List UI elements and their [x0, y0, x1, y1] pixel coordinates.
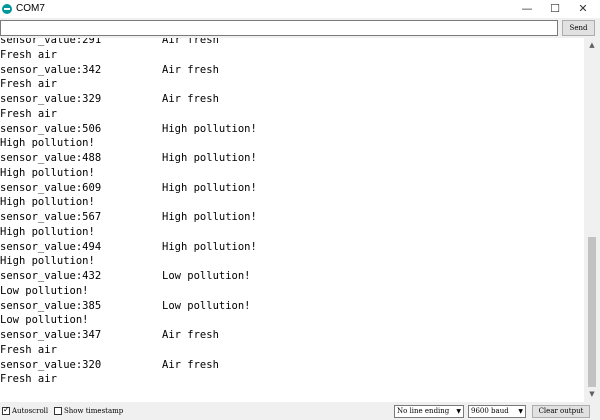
- output-line-text: Fresh air: [0, 48, 57, 61]
- arduino-app-icon: [2, 4, 12, 14]
- output-line: sensor_value:506 High pollution!: [0, 122, 257, 136]
- chevron-down-icon: ▼: [456, 408, 461, 415]
- output-line: sensor_value:488 High pollution!: [0, 151, 257, 165]
- output-line-text: sensor_value:385: [0, 299, 102, 312]
- output-line-text: sensor_value:342: [0, 63, 102, 76]
- show-timestamp-checkbox[interactable]: [54, 407, 62, 415]
- send-input[interactable]: [0, 20, 558, 36]
- output-line: Fresh air: [0, 77, 57, 91]
- up-arrow-icon[interactable]: ▲: [584, 38, 600, 53]
- check-icon: ✓: [3, 405, 10, 414]
- output-line-status: Air fresh: [162, 63, 219, 76]
- output-line: High pollution!: [0, 225, 95, 239]
- output-line-status: High pollution!: [162, 152, 257, 164]
- output-line-text: sensor_value:488: [0, 152, 102, 164]
- output-line: sensor_value:320 Air fresh: [0, 358, 219, 372]
- output-line-text: Low pollution!: [0, 314, 89, 327]
- output-line-status: Air fresh: [162, 38, 219, 46]
- show-timestamp-label: Show timestamp: [64, 407, 124, 415]
- output-line-text: sensor_value:432: [0, 270, 102, 282]
- output-line-text: sensor_value:506: [0, 122, 102, 135]
- output-line-status: Low pollution!: [162, 299, 251, 312]
- clear-output-button[interactable]: Clear output: [532, 405, 590, 418]
- output-line-text: sensor_value:320: [0, 358, 102, 371]
- output-line-text: sensor_value:329: [0, 93, 102, 105]
- line-ending-value: No line ending: [397, 407, 450, 415]
- output-line: High pollution!: [0, 166, 95, 180]
- output-line-text: Low pollution!: [0, 284, 89, 297]
- output-line-status: Air fresh: [162, 93, 219, 105]
- autoscroll-label: Autoscroll: [12, 407, 49, 415]
- output-line: Fresh air: [0, 372, 57, 386]
- output-line: Low pollution!: [0, 313, 89, 327]
- output-line-text: High pollution!: [0, 225, 95, 238]
- baud-rate-select[interactable]: 9600 baud ▼: [468, 405, 526, 418]
- chevron-down-icon: ▼: [518, 408, 523, 415]
- output-line: sensor_value:432 Low pollution!: [0, 269, 251, 283]
- output-line: Fresh air: [0, 343, 57, 357]
- output-line-text: Fresh air: [0, 343, 57, 356]
- output-line: sensor_value:342 Air fresh: [0, 63, 219, 77]
- output-line: Low pollution!: [0, 284, 89, 298]
- output-line: High pollution!: [0, 136, 95, 150]
- output-line: sensor_value:385 Low pollution!: [0, 299, 251, 313]
- output-line-status: High pollution!: [162, 240, 257, 253]
- send-row: Send: [0, 18, 600, 38]
- output-line-text: sensor_value:347: [0, 329, 102, 341]
- output-line-status: Air fresh: [162, 358, 219, 371]
- maximize-button[interactable]: ☐: [542, 0, 568, 18]
- output-line: Fresh air: [0, 48, 57, 62]
- window-title: COM7: [16, 3, 45, 14]
- status-bar: ✓ Autoscroll Show timestamp No line endi…: [0, 402, 600, 420]
- output-line-status: Air fresh: [162, 329, 219, 341]
- output-line: sensor_value:494 High pollution!: [0, 240, 257, 254]
- output-line-status: High pollution!: [162, 181, 257, 194]
- output-line-text: sensor_value:567: [0, 211, 102, 223]
- vertical-scrollbar[interactable]: ▲ ▼: [584, 38, 600, 402]
- output-line-text: Fresh air: [0, 107, 57, 120]
- output-line-text: High pollution!: [0, 166, 95, 179]
- autoscroll-checkbox[interactable]: ✓: [2, 405, 10, 415]
- output-line-status: Low pollution!: [162, 270, 251, 282]
- output-line: sensor_value:347 Air fresh: [0, 328, 219, 342]
- output-line-text: High pollution!: [0, 137, 95, 150]
- output-line-status: High pollution!: [162, 122, 257, 135]
- output-line-text: Fresh air: [0, 78, 57, 91]
- serial-output[interactable]: sensor_value:291 Air fresh Fresh air sensor…: [0, 38, 584, 402]
- output-line-status: High pollution!: [162, 211, 257, 223]
- output-line: sensor_value:291 Air fresh: [0, 38, 219, 47]
- output-line: Fresh air: [0, 107, 57, 121]
- output-line: sensor_value:329 Air fresh: [0, 92, 219, 106]
- scrollbar-thumb[interactable]: [588, 236, 596, 387]
- output-line-text: Fresh air: [0, 373, 57, 386]
- output-line: High pollution!: [0, 254, 95, 268]
- minimize-button[interactable]: —: [514, 0, 540, 18]
- line-ending-select[interactable]: No line ending ▼: [394, 405, 464, 418]
- close-button[interactable]: ✕: [570, 0, 596, 18]
- output-line: sensor_value:609 High pollution!: [0, 181, 257, 195]
- title-bar: COM7 — ☐ ✕: [0, 0, 600, 18]
- output-line: High pollution!: [0, 195, 95, 209]
- output-line-text: sensor_value:291: [0, 38, 102, 46]
- output-line-text: High pollution!: [0, 196, 95, 209]
- output-line: sensor_value:567 High pollution!: [0, 210, 257, 224]
- down-arrow-icon[interactable]: ▼: [584, 387, 600, 402]
- output-line-text: High pollution!: [0, 255, 95, 268]
- output-line-text: sensor_value:494: [0, 240, 102, 253]
- output-line-text: sensor_value:609: [0, 181, 102, 194]
- baud-rate-value: 9600 baud: [471, 407, 509, 415]
- send-button[interactable]: Send: [562, 20, 595, 36]
